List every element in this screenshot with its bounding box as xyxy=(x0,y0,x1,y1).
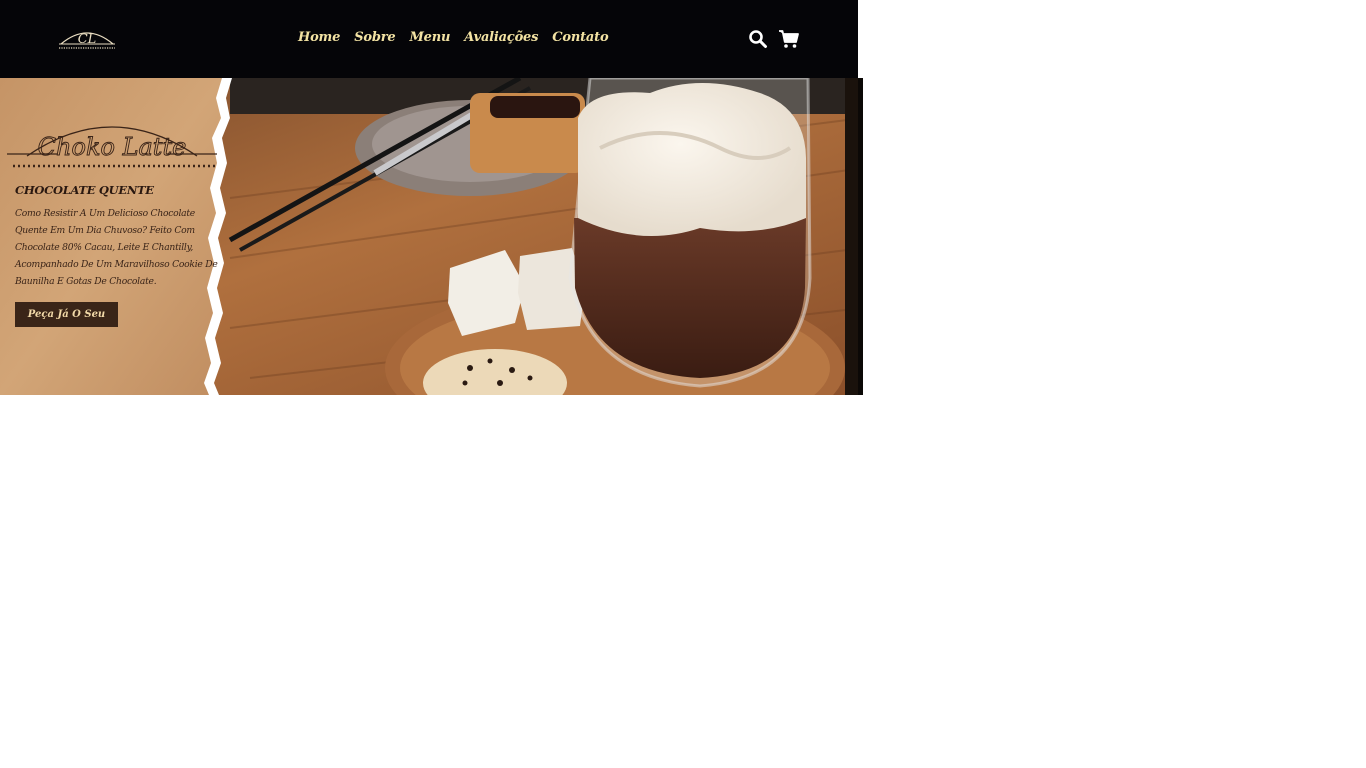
nav-sobre[interactable]: Sobre xyxy=(354,30,395,45)
site-header: CL Home Sobre Menu Avaliações Contato xyxy=(0,0,858,78)
cart-icon xyxy=(779,30,799,48)
nav-avaliacoes[interactable]: Avaliações xyxy=(464,30,538,45)
search-button[interactable] xyxy=(748,29,768,49)
brand-name: Choko Latte xyxy=(38,133,187,161)
logo[interactable]: CL xyxy=(57,24,117,52)
main-nav: Home Sobre Menu Avaliações Contato xyxy=(298,30,622,45)
logo-text: CL xyxy=(78,32,97,47)
hero-edge xyxy=(858,78,863,395)
brand-logo: Choko Latte xyxy=(7,126,217,168)
promo-panel: Choko Latte CHOCOLATE QUENTE Como Resist… xyxy=(0,78,236,395)
hero-banner: Choko Latte CHOCOLATE QUENTE Como Resist… xyxy=(0,78,863,395)
nav-contato[interactable]: Contato xyxy=(552,30,608,45)
search-icon xyxy=(749,30,767,48)
nav-home[interactable]: Home xyxy=(298,30,340,45)
order-button[interactable]: Peça Já O Seu xyxy=(15,302,118,327)
page: CL Home Sobre Menu Avaliações Contato Ch… xyxy=(0,0,863,395)
cart-button[interactable] xyxy=(778,29,799,49)
hero-description: Como Resistir A Um Delicioso Chocolate Q… xyxy=(15,208,218,287)
header-edge xyxy=(858,0,863,68)
nav-menu[interactable]: Menu xyxy=(409,30,450,45)
hero-title: CHOCOLATE QUENTE xyxy=(15,183,154,197)
